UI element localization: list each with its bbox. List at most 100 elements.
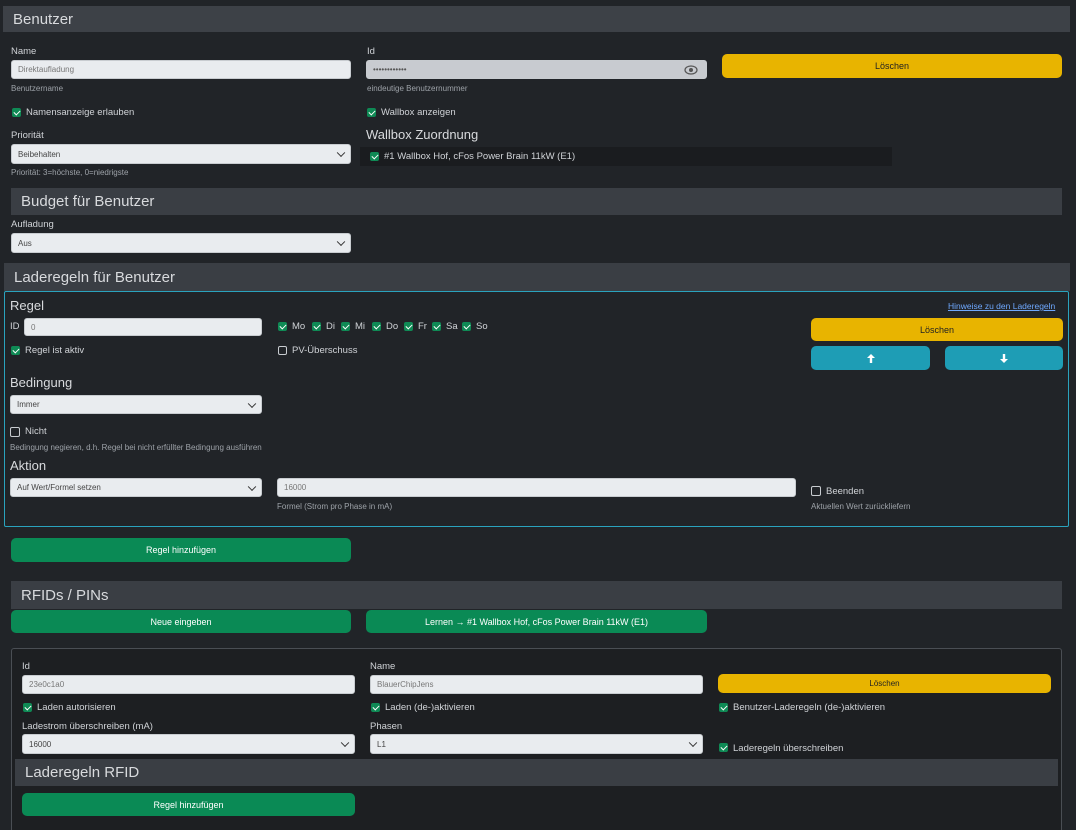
wallbox-assign-title: Wallbox Zuordnung [366,127,479,142]
rule-active-checkbox[interactable] [11,346,20,355]
day-mo-label: Mo [292,321,306,332]
end-label: Beenden [826,486,865,497]
name-value: Direktaufladung [18,65,75,74]
priority-label: Priorität [11,130,44,141]
rfid-header: RFIDs / PINs [11,581,1062,609]
arrow-up-icon [866,353,875,363]
pv-label: PV-Überschuss [292,345,358,356]
user-rules-checkbox[interactable] [719,703,728,712]
id-label: Id [367,46,375,57]
current-label: Ladestrom überschreiben (mA) [22,721,153,732]
charging-label: Aufladung [11,219,54,230]
move-up-button[interactable] [811,346,930,370]
auth-label: Laden autorisieren [37,702,116,713]
name-input[interactable]: Direktaufladung [11,60,351,79]
chevron-down-icon [340,738,350,748]
show-wallbox-label: Wallbox anzeigen [381,107,456,118]
rule-id-input[interactable]: 0 [24,318,262,336]
formula-value: 16000 [284,483,307,492]
benutzer-header: Benutzer [3,6,1070,32]
laderegeln-header: Laderegeln für Benutzer [4,263,1070,291]
id-hint: eindeutige Benutzernummer [367,84,468,93]
rule-id-value: 0 [31,322,36,332]
pv-checkbox[interactable] [278,346,287,355]
rfid-id-input[interactable]: 23e0c1a0 [22,675,355,694]
add-rfid-rule-button[interactable]: Regel hinzufügen [22,793,355,816]
condition-select[interactable]: Immer [10,395,262,414]
hints-link[interactable]: Hinweise zu den Laderegeln [948,301,1055,311]
rfid-name-label: Name [370,661,396,672]
arrow-down-icon [1000,353,1008,363]
rfid-name-value: BlauerChipJens [377,680,434,689]
add-rule-button[interactable]: Regel hinzufügen [11,538,351,562]
new-rfid-button[interactable]: Neue eingeben [11,610,351,633]
priority-value: Beibehalten [18,149,61,159]
priority-select[interactable]: Beibehalten [11,144,351,164]
day-fr-label: Fr [418,321,427,332]
day-fr-checkbox[interactable] [404,322,413,331]
day-so-checkbox[interactable] [462,322,471,331]
eye-icon[interactable] [684,65,698,75]
condition-value: Immer [17,400,40,409]
condition-title: Bedingung [10,375,73,390]
allow-name-label: Namensanzeige erlauben [26,107,135,118]
phases-value: L1 [377,739,386,749]
override-label: Laderegeln überschreiben [733,743,844,754]
end-hint: Aktuellen Wert zurückliefern [811,502,911,511]
move-down-button[interactable] [945,346,1063,370]
delete-rule-button[interactable]: Löschen [811,318,1063,341]
delete-rfid-button[interactable]: Löschen [718,674,1051,693]
not-label: Nicht [25,426,47,437]
rule-title: Regel [10,298,44,313]
formula-input[interactable]: 16000 [277,478,796,497]
day-so-label: So [476,321,488,332]
end-checkbox[interactable] [811,486,821,496]
rfid-id-value: 23e0c1a0 [29,680,65,689]
allow-name-checkbox[interactable] [12,108,21,117]
not-checkbox[interactable] [10,427,20,437]
chevron-down-icon [336,148,346,158]
action-select[interactable]: Auf Wert/Formel setzen [10,478,262,497]
override-checkbox[interactable] [719,743,728,752]
action-value: Auf Wert/Formel setzen [17,483,101,492]
charging-value: Aus [18,238,32,248]
chevron-down-icon [336,237,346,247]
wallbox-assign-checkbox[interactable] [370,152,379,161]
toggle-charging-label: Laden (de-)aktivieren [385,702,475,713]
rfid-name-input[interactable]: BlauerChipJens [370,675,703,694]
day-do-checkbox[interactable] [372,322,381,331]
benutzer-title: Benutzer [13,10,74,28]
name-hint: Benutzername [11,84,64,93]
delete-user-button[interactable]: Löschen [722,54,1062,78]
chevron-down-icon [247,399,257,408]
rule-id-label: ID [10,321,20,332]
auth-checkbox[interactable] [23,703,32,712]
day-di-checkbox[interactable] [312,322,321,331]
rfid-rules-title: Laderegeln RFID [25,764,140,781]
toggle-charging-checkbox[interactable] [371,703,380,712]
formula-hint: Formel (Strom pro Phase in mA) [277,502,393,511]
charging-select[interactable]: Aus [11,233,351,253]
learn-rfid-button[interactable]: Lernen → #1 Wallbox Hof, cFos Power Brai… [366,610,707,633]
current-value: 16000 [29,739,52,749]
action-title: Aktion [10,458,47,473]
day-mo-checkbox[interactable] [278,322,287,331]
day-sa-label: Sa [446,321,458,332]
current-select[interactable]: 16000 [22,734,355,754]
id-input[interactable]: •••••••••••• [366,60,707,79]
budget-title: Budget für Benutzer [21,193,155,210]
budget-header: Budget für Benutzer [11,188,1062,215]
day-mi-checkbox[interactable] [341,322,350,331]
phases-select[interactable]: L1 [370,734,703,754]
name-label: Name [11,46,37,57]
chevron-down-icon [247,482,257,491]
priority-hint: Priorität: 3=höchste, 0=niedrigste [11,168,129,177]
show-wallbox-checkbox[interactable] [367,108,376,117]
rfid-id-label: Id [22,661,30,672]
chevron-down-icon [688,738,698,748]
user-rules-label: Benutzer-Laderegeln (de-)aktivieren [733,702,886,713]
laderegeln-title: Laderegeln für Benutzer [14,268,175,286]
not-hint: Bedingung negieren, d.h. Regel bei nicht… [10,443,262,452]
day-sa-checkbox[interactable] [432,322,441,331]
day-di-label: Di [326,321,335,332]
